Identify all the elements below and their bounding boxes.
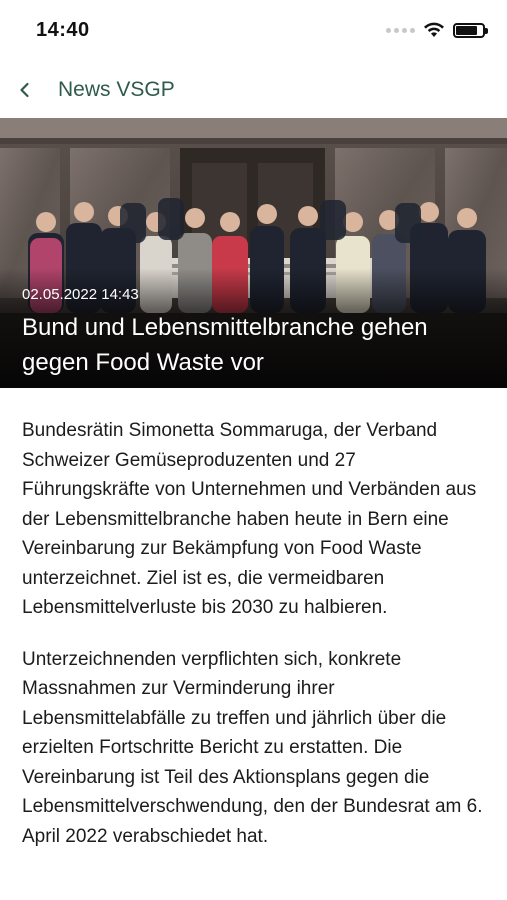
article-paragraph: Unterzeichnenden verpflichten sich, konk… (22, 648, 483, 847)
nav-title: News VSGP (58, 78, 175, 101)
back-button[interactable]: News VSGP (16, 74, 176, 106)
battery-fill (456, 25, 477, 35)
article-hero-image: 02.05.2022 14:43 Bund und Lebensmittelbr… (0, 118, 507, 388)
article-body: Bundesrätin Simonetta Sommaruga, der Ver… (22, 416, 488, 873)
article-paragraph: Bundesrätin Simonetta Sommaruga, der Ver… (22, 420, 477, 618)
battery-icon (453, 22, 488, 38)
status-time: 14:40 (36, 19, 90, 41)
article-title: Bund und Lebensmittelbranche gehen gegen… (22, 314, 428, 376)
navigation-bar: News VSGP (0, 62, 507, 118)
chevron-left-icon (20, 82, 29, 98)
status-bar: 14:40 (0, 0, 507, 62)
status-icons (386, 22, 488, 38)
signal-dots-icon (386, 27, 415, 33)
article-date: 02.05.2022 14:43 (22, 286, 139, 303)
wifi-icon (424, 22, 444, 37)
